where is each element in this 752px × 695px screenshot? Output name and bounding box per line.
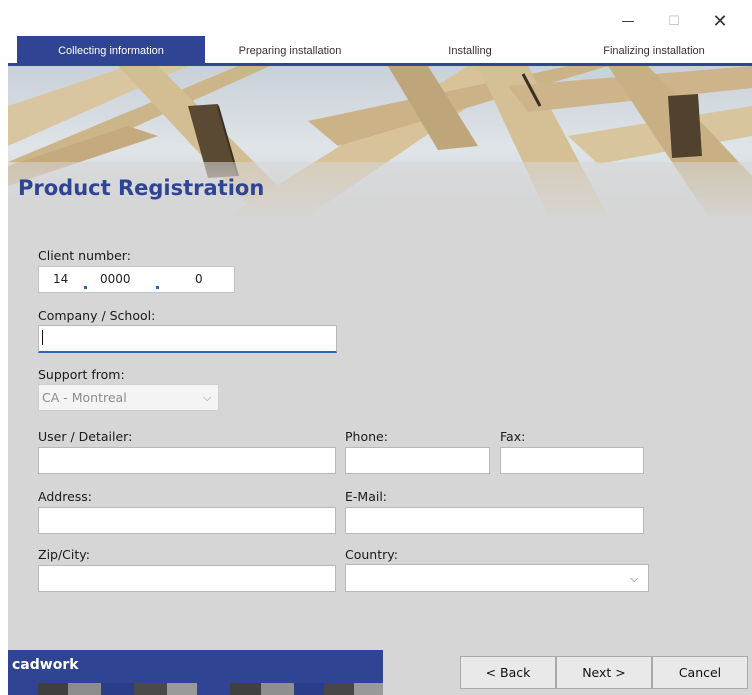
company-input[interactable] bbox=[38, 325, 337, 353]
country-select[interactable]: ⌵ bbox=[345, 564, 649, 592]
maximize-button[interactable]: ☐ bbox=[654, 8, 694, 34]
step-installing: Installing bbox=[448, 45, 492, 57]
progress-steps: Collecting information Preparing install… bbox=[8, 36, 752, 66]
client-number-part-3: 0 bbox=[195, 272, 203, 286]
brand-stripe bbox=[324, 683, 354, 695]
cancel-button[interactable]: Cancel bbox=[652, 656, 748, 689]
brand-logo-text: cadwork bbox=[12, 657, 79, 673]
client-number-label: Client number: bbox=[38, 248, 131, 263]
brand-stripe bbox=[230, 683, 261, 695]
close-icon: ✕ bbox=[712, 10, 728, 32]
client-number-part-1: 14 bbox=[53, 272, 69, 286]
minimize-button[interactable]: — bbox=[608, 8, 648, 34]
brand-stripe bbox=[68, 683, 101, 695]
brand-stripe bbox=[38, 683, 68, 695]
brand-stripe bbox=[167, 683, 197, 695]
country-label: Country: bbox=[345, 547, 398, 562]
client-number-field[interactable]: 14 0000 0 bbox=[38, 266, 235, 293]
client-number-part-2: 0000 bbox=[100, 272, 131, 286]
phone-input[interactable] bbox=[345, 447, 490, 474]
close-button[interactable]: ✕ bbox=[700, 8, 740, 34]
zip-city-input[interactable] bbox=[38, 565, 336, 592]
maximize-icon: ☐ bbox=[668, 13, 680, 29]
company-label: Company / School: bbox=[38, 308, 156, 323]
user-detailer-input[interactable] bbox=[38, 447, 336, 474]
brand-stripe bbox=[294, 683, 324, 695]
step-collecting-information: Collecting information bbox=[17, 36, 205, 63]
email-input[interactable] bbox=[345, 507, 644, 534]
address-input[interactable] bbox=[38, 507, 336, 534]
brand-stripe bbox=[197, 683, 230, 695]
address-label: Address: bbox=[38, 489, 92, 504]
brand-stripe bbox=[134, 683, 167, 695]
fax-input[interactable] bbox=[500, 447, 644, 474]
step-preparing-installation: Preparing installation bbox=[238, 45, 342, 57]
brand-stripe bbox=[101, 683, 134, 695]
title-bar: — ☐ ✕ bbox=[8, 6, 752, 36]
minimize-icon: — bbox=[621, 13, 635, 29]
client-number-separator bbox=[156, 286, 159, 289]
phone-label: Phone: bbox=[345, 429, 388, 444]
brand-stripe bbox=[261, 683, 294, 695]
brand-stripe bbox=[354, 683, 383, 695]
back-button[interactable]: < Back bbox=[460, 656, 556, 689]
support-from-value: CA - Montreal bbox=[42, 390, 127, 405]
support-from-select: CA - Montreal ⌵ bbox=[38, 384, 219, 411]
brand-bar: cadwork bbox=[8, 650, 383, 683]
email-label: E-Mail: bbox=[345, 489, 388, 504]
next-button[interactable]: Next > bbox=[556, 656, 652, 689]
brand-stripe bbox=[8, 683, 38, 695]
support-from-label: Support from: bbox=[38, 367, 125, 382]
page-title: Product Registration bbox=[18, 176, 265, 200]
fax-label: Fax: bbox=[500, 429, 526, 444]
text-caret bbox=[42, 330, 43, 345]
zip-city-label: Zip/City: bbox=[38, 547, 90, 562]
client-number-separator bbox=[84, 286, 87, 289]
installer-window: — ☐ ✕ Collecting information Preparing i… bbox=[8, 6, 752, 695]
chevron-down-icon[interactable]: ⌵ bbox=[630, 572, 638, 586]
step-finalizing-installation: Finalizing installation bbox=[603, 45, 705, 57]
user-detailer-label: User / Detailer: bbox=[38, 429, 133, 444]
chevron-down-icon: ⌵ bbox=[203, 391, 212, 404]
